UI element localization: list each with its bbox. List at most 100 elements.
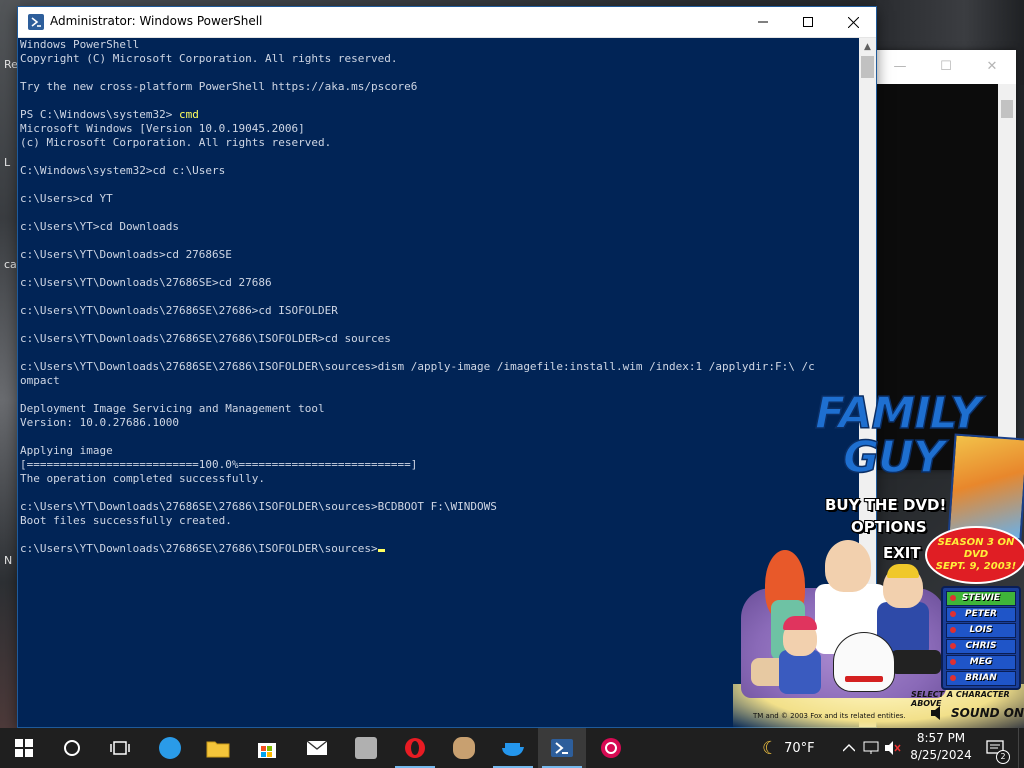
docker-icon [502,743,524,756]
console-line-text: c:\Users>cd YT [20,192,113,205]
console-command-text: cmd [178,108,199,121]
taskbar-docker[interactable] [489,728,537,768]
mail-icon [306,740,328,755]
console-line: Try the new cross-platform PowerShell ht… [20,80,858,94]
taskbar-mail[interactable] [293,728,341,768]
speaker-icon [931,706,940,720]
buy-dvd-button[interactable]: BUY THE DVD! [825,496,946,514]
desktop-icon-label[interactable]: Re [4,58,18,71]
console-line-text: Windows PowerShell [20,38,140,51]
exit-button[interactable]: EXIT [883,544,921,562]
scrollbar-thumb[interactable] [1001,100,1013,118]
task-view-button[interactable] [96,728,144,768]
desktop-icon-label[interactable]: L [4,156,10,169]
taskbar-opera[interactable] [391,728,439,768]
scrollbar-thumb[interactable] [861,56,874,78]
meg-character [779,650,821,694]
sound-toggle-label: SOUND ON [951,706,1024,720]
console-line-text: Boot files successfully created. [20,514,232,527]
character-button-peter[interactable]: PETER [946,607,1016,622]
console-line-text: (c) Microsoft Corporation. All rights re… [20,136,332,149]
window-titlebar[interactable]: Administrator: Windows PowerShell [18,7,876,38]
store-icon [258,743,276,758]
taskbar-debian[interactable] [587,728,635,768]
character-button-lois[interactable]: LOIS [946,623,1016,638]
taskbar-app-blue[interactable] [146,728,194,768]
search-circle-icon [64,740,80,756]
taskbar-powershell[interactable] [538,728,586,768]
console-line: (c) Microsoft Corporation. All rights re… [20,136,858,150]
console-line-text: [==========================100.0%=======… [20,458,418,471]
weather-widget[interactable]: ☾ 70°F [762,728,838,768]
volume-muted-icon[interactable] [884,739,902,757]
console-line-text: c:\Users\YT>cd Downloads [20,220,179,233]
console-line: c:\Users\YT\Downloads\27686SE>cd 27686 [20,276,858,290]
console-line: C:\Windows\system32>cd c:\Users [20,164,858,178]
options-button[interactable]: OPTIONS [851,518,927,536]
maximize-button[interactable] [785,7,831,37]
search-button[interactable] [48,728,96,768]
chevron-up-icon[interactable] [840,739,858,757]
moon-icon: ☾ [762,737,779,759]
console-line-text: PS C:\Windows\system32> [20,108,179,121]
brian-collar [845,676,883,682]
windows-logo-icon [15,739,33,757]
start-button[interactable] [0,728,48,768]
powershell-icon [28,14,44,30]
taskbar-file-explorer[interactable] [194,728,242,768]
taskbar-app-family-guy[interactable] [440,728,488,768]
console-line: Microsoft Windows [Version 10.0.19045.20… [20,122,858,136]
network-icon[interactable] [862,739,880,757]
console-line-text: Applying image [20,444,113,457]
minimize-button[interactable]: — [890,58,910,76]
minimize-icon [758,21,768,23]
maximize-button[interactable]: ☐ [936,58,956,76]
maximize-icon [803,17,813,27]
window-title: Administrator: Windows PowerShell [50,14,263,28]
clock-time: 8:57 PM [916,731,966,745]
console-line-text: c:\Users\YT\Downloads\27686SE\27686\ISOF… [20,360,815,373]
folder-icon [206,741,230,758]
console-line-text: c:\Users\YT\Downloads\27686SE\27686\ISOF… [20,500,497,513]
show-desktop-button[interactable] [1018,728,1024,768]
taskbar-app-gray[interactable] [342,728,390,768]
character-button-brian[interactable]: BRIAN [946,671,1016,686]
character-button-chris[interactable]: CHRIS [946,639,1016,654]
season-badge: SEASON 3 ON DVD SEPT. 9, 2003! [925,526,1024,584]
text-cursor [377,549,385,552]
scroll-up-arrow-icon[interactable]: ▲ [859,38,876,55]
desktop-icon-label[interactable]: N [4,554,12,567]
console-line-text: c:\Users\YT\Downloads\27686SE\27686>cd I… [20,304,338,317]
minimize-button[interactable] [740,7,786,37]
character-button-meg[interactable]: MEG [946,655,1016,670]
app-circle-icon [159,737,181,759]
console-line-text: Version: 10.0.27686.1000 [20,416,179,429]
console-line-text: c:\Users\YT\Downloads\27686SE>cd 27686 [20,276,272,289]
console-line: c:\Users\YT\Downloads>cd 27686SE [20,248,858,262]
console-line-text: ompact [20,374,60,387]
desktop-left-strip [0,0,20,728]
character-button-stewie[interactable]: STEWIE [946,591,1016,606]
app-box-icon [355,737,377,759]
background-window-titlebar[interactable]: — ☐ ✕ [876,50,1016,84]
sound-toggle[interactable]: SOUND ON [931,706,1024,720]
taskbar-clock[interactable]: 8:57 PM 8/25/2024 [906,730,976,766]
meg-hat [783,616,817,630]
console-line-text: C:\Windows\system32>cd c:\Users [20,164,226,177]
notification-count-badge: 2 [996,750,1010,764]
close-button[interactable] [830,7,876,37]
console-line: Copyright (C) Microsoft Corporation. All… [20,52,858,66]
close-button[interactable]: ✕ [982,58,1002,76]
console-line: Windows PowerShell [20,38,858,52]
brian-character [833,632,895,692]
console-line: c:\Users>cd YT [20,192,858,206]
task-view-icon [110,741,130,755]
taskbar-microsoft-store[interactable] [243,728,291,768]
